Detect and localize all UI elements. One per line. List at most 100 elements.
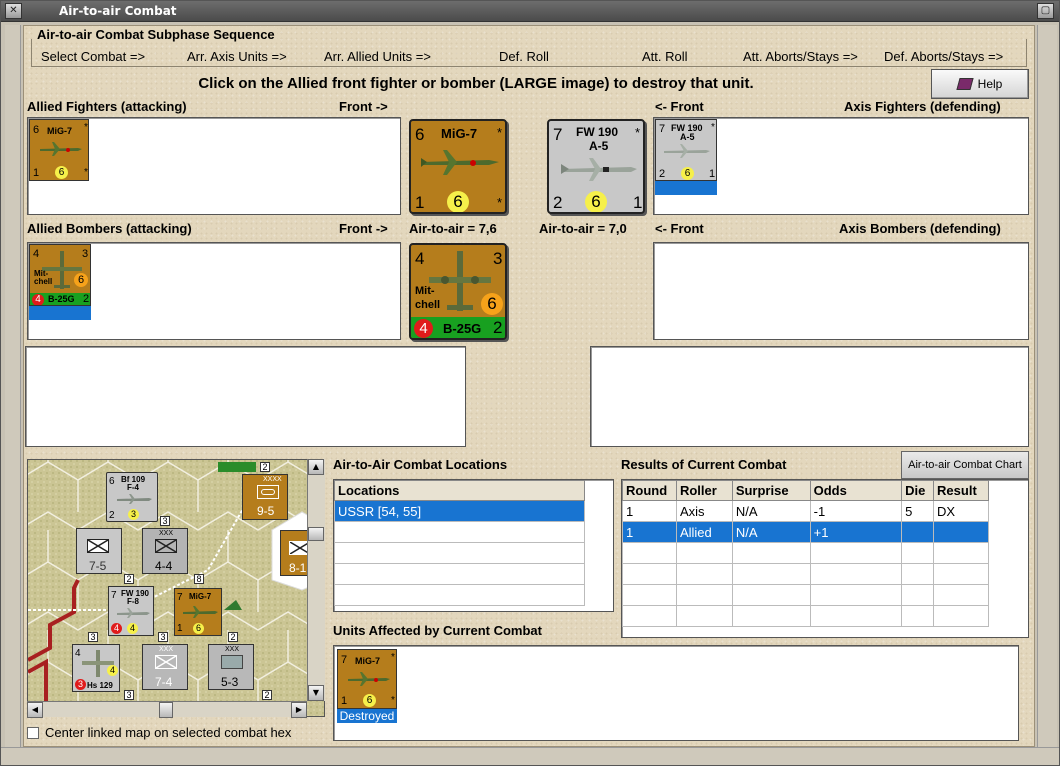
- map-counter-mig7[interactable]: 7 MiG-7 1 6: [174, 588, 222, 636]
- counter-red-circle: 4: [111, 623, 122, 634]
- col-roller[interactable]: Roller: [675, 480, 733, 501]
- help-button[interactable]: Help: [931, 69, 1029, 99]
- location-row[interactable]: USSR [54, 55]: [334, 500, 585, 522]
- seq-arr-axis: Arr. Axis Units =>: [187, 49, 287, 64]
- counter-red-circle: 3: [75, 679, 86, 690]
- result-cell: -1: [809, 500, 903, 522]
- maximize-icon[interactable]: ▢: [1037, 3, 1054, 19]
- book-icon: [956, 78, 974, 90]
- col-die[interactable]: Die: [901, 480, 935, 501]
- counter-name-line1: Mit-: [415, 285, 435, 297]
- counter-name: MiG-7: [441, 126, 478, 141]
- result-row[interactable]: [622, 605, 989, 627]
- scroll-left-icon[interactable]: ◀: [27, 702, 43, 718]
- scroll-right-icon[interactable]: ▶: [291, 702, 307, 718]
- locations-header[interactable]: Locations: [334, 480, 585, 501]
- counter-star: *: [497, 125, 503, 140]
- axis-bombers-panel[interactable]: [653, 242, 1029, 340]
- result-row[interactable]: [622, 584, 989, 606]
- counter-attack: 7: [659, 123, 666, 135]
- instruction-text: Click on the Allied front fighter or bom…: [198, 75, 754, 92]
- result-cell: 1: [622, 521, 677, 543]
- map-counter-fw190[interactable]: 7 FW 190 F-8 4 4: [108, 586, 154, 636]
- result-cell: [933, 605, 989, 627]
- unit-counter-b25-small[interactable]: 4 3 Mit- chell 6 4 B-25G 2: [29, 244, 91, 306]
- stack-count: 2: [262, 690, 272, 700]
- map-vertical-scrollbar[interactable]: ▲ ▼: [307, 459, 325, 701]
- location-row[interactable]: [334, 542, 585, 564]
- result-cell: [731, 605, 811, 627]
- location-row[interactable]: [334, 521, 585, 543]
- allied-bombers-panel[interactable]: 4 3 Mit- chell 6 4 B-25G 2: [27, 242, 401, 340]
- result-cell: [731, 563, 811, 585]
- result-row[interactable]: [622, 563, 989, 585]
- counter-subname: F-8: [127, 597, 139, 606]
- map-counter-armor-1[interactable]: XXXX 9-5: [242, 474, 288, 520]
- map-counter-hs129[interactable]: 4 3 Hs 129 4: [72, 644, 120, 692]
- result-row[interactable]: [622, 542, 989, 564]
- counter-range: 6: [74, 273, 88, 287]
- result-row[interactable]: 1 Axis N/A -1 5 DX: [622, 500, 989, 522]
- counter-red-circle: 4: [32, 294, 44, 305]
- allied-fighters-label: Allied Fighters (attacking): [27, 99, 187, 114]
- counter-name: FW 190: [576, 125, 619, 139]
- linked-map[interactable]: 6 Bf 109 F-4 2 3 3 2 XXXX 9-5 7-5 XXX 4-…: [27, 459, 325, 717]
- map-counter-corps-1[interactable]: XXX 4-4: [142, 528, 188, 574]
- units-affected-panel[interactable]: 7 MiG-7 * 1 6 * Destroyed: [333, 645, 1019, 741]
- map-horizontal-scrollbar[interactable]: ◀ ▶: [27, 701, 307, 718]
- vertical-scroll-thumb[interactable]: [308, 527, 324, 541]
- location-cell[interactable]: [334, 584, 585, 606]
- axis-front-fighter-counter[interactable]: 7 FW 190 A-5 * 2 6 1: [547, 119, 645, 214]
- allied-fighters-panel[interactable]: 6 MiG-7 * 1 6 *: [27, 117, 401, 215]
- counter-name: B-25G: [48, 294, 75, 304]
- location-row[interactable]: [334, 584, 585, 606]
- map-counter-corps-2[interactable]: 7-5: [76, 528, 122, 574]
- location-row[interactable]: [334, 563, 585, 585]
- counter-name-line2: chell: [415, 299, 441, 311]
- col-odds[interactable]: Odds: [809, 480, 903, 501]
- locations-list[interactable]: Locations USSR [54, 55]: [333, 479, 614, 612]
- horizontal-scroll-thumb[interactable]: [159, 702, 173, 718]
- col-round[interactable]: Round: [622, 480, 677, 501]
- map-counter-bf109[interactable]: 6 Bf 109 F-4 2 3: [106, 472, 158, 522]
- scroll-down-icon[interactable]: ▼: [308, 685, 324, 701]
- map-counter-corps-3[interactable]: XXX 7-4: [142, 644, 188, 690]
- title-bar[interactable]: ✕ Air-to-air Combat ▢: [1, 1, 1059, 22]
- unit-counter-fw190-small[interactable]: 7 FW 190 A-5 * 2 6 1: [655, 119, 717, 181]
- result-row[interactable]: 1 Allied N/A +1: [622, 521, 989, 543]
- result-cell: [675, 563, 733, 585]
- location-cell[interactable]: [334, 521, 585, 543]
- fw190-plane-icon: [117, 608, 150, 618]
- counter-name: Hs 129: [87, 681, 113, 690]
- close-icon[interactable]: ✕: [5, 3, 22, 19]
- counter-range: 6: [363, 694, 376, 707]
- counter-range: 6: [585, 191, 607, 212]
- col-surprise[interactable]: Surprise: [731, 480, 811, 501]
- counter-name: MiG-7: [189, 592, 212, 601]
- selected-highlight: [29, 306, 91, 320]
- allied-front-bomber-counter[interactable]: 4 3 Mit- chell 6 4 B-25G 2: [409, 243, 507, 340]
- map-counter-corps-4[interactable]: XXX 5-3: [208, 644, 254, 690]
- counter-attack: 4: [415, 249, 425, 268]
- unit-counter-mig7-small[interactable]: 6 MiG-7 * 1 6 *: [29, 119, 89, 181]
- scroll-up-icon[interactable]: ▲: [308, 459, 324, 475]
- result-cell: Allied: [675, 521, 733, 543]
- counter-range: 6: [193, 623, 204, 634]
- destroyed-unit-counter[interactable]: 7 MiG-7 * 1 6 *: [337, 649, 397, 709]
- axis-fighters-panel[interactable]: 7 FW 190 A-5 * 2 6 1: [653, 117, 1029, 215]
- seq-def-roll: Def. Roll: [499, 49, 549, 64]
- result-cell: 5: [901, 500, 935, 522]
- air-to-air-chart-button[interactable]: Air-to-air Combat Chart: [901, 451, 1029, 479]
- mig7-plane-icon: [421, 150, 499, 175]
- counter-range: 6: [481, 293, 503, 315]
- location-cell[interactable]: [334, 542, 585, 564]
- allied-front-fighter-counter[interactable]: 6 MiG-7 * 1 6 *: [409, 119, 507, 214]
- col-result[interactable]: Result: [933, 480, 989, 501]
- unit-size: XXX: [225, 646, 240, 653]
- counter-bottom-right: 2: [493, 318, 503, 337]
- results-list[interactable]: Round Roller Surprise Odds Die Result 1 …: [621, 479, 1029, 638]
- result-cell: [933, 563, 989, 585]
- location-cell[interactable]: [334, 563, 585, 585]
- center-map-checkbox[interactable]: [27, 727, 39, 739]
- location-cell[interactable]: USSR [54, 55]: [334, 500, 585, 522]
